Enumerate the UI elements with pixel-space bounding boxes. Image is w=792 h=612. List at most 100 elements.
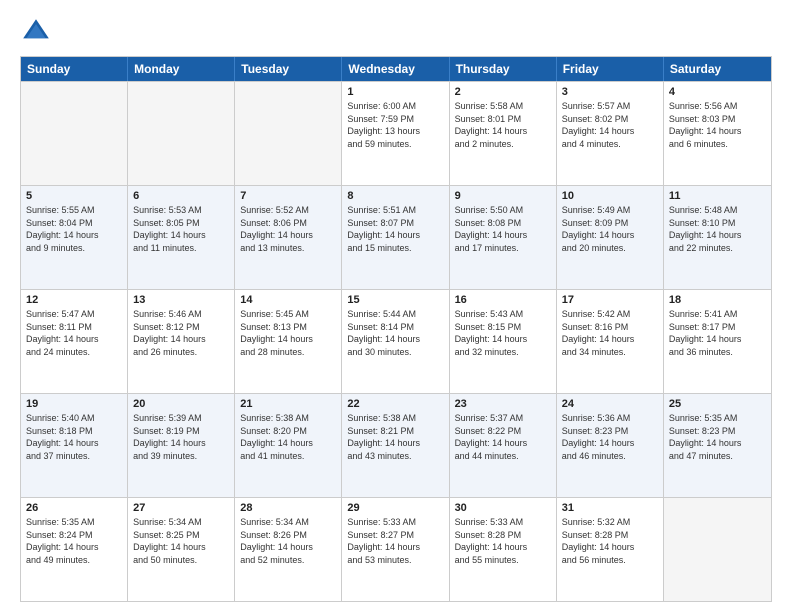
day-number: 15 [347, 294, 443, 306]
calendar-header-cell: Tuesday [235, 57, 342, 81]
calendar-cell: 4 Sunrise: 5:56 AM Sunset: 8:03 PM Daylig… [664, 82, 771, 185]
calendar-header-cell: Wednesday [342, 57, 449, 81]
day-number: 24 [562, 398, 658, 410]
calendar-cell: 22Sunrise: 5:38 AM Sunset: 8:21 PM Dayli… [342, 394, 449, 497]
calendar-cell: 6 Sunrise: 5:53 AM Sunset: 8:05 PM Daylig… [128, 186, 235, 289]
cell-text: Sunrise: 5:34 AM Sunset: 8:26 PM Dayligh… [240, 516, 336, 566]
cell-text: Sunrise: 5:56 AM Sunset: 8:03 PM Dayligh… [669, 100, 766, 150]
day-number: 13 [133, 294, 229, 306]
calendar-cell: 26 Sunrise: 5:35 AM Sunset: 8:24 PM Dayli… [21, 498, 128, 601]
day-number: 23 [455, 398, 551, 410]
cell-text: Sunrise: 5:43 AM Sunset: 8:15 PM Dayligh… [455, 308, 551, 358]
day-number: 9 [455, 190, 551, 202]
calendar-cell: 2 Sunrise: 5:58 AM Sunset: 8:01 PM Daylig… [450, 82, 557, 185]
cell-text: Sunrise: 5:33 AM Sunset: 8:28 PM Dayligh… [455, 516, 551, 566]
calendar-cell: 20 Sunrise: 5:39 AM Sunset: 8:19 PM Dayli… [128, 394, 235, 497]
cell-text: Sunrise: 5:42 AM Sunset: 8:16 PM Dayligh… [562, 308, 658, 358]
calendar-cell: 10Sunrise: 5:49 AM Sunset: 8:09 PM Dayli… [557, 186, 664, 289]
cell-text: Sunrise: 5:37 AM Sunset: 8:22 PM Dayligh… [455, 412, 551, 462]
calendar-cell: 14 Sunrise: 5:45 AM Sunset: 8:13 PM Dayli… [235, 290, 342, 393]
calendar-row: 19 Sunrise: 5:40 AM Sunset: 8:18 PM Dayli… [21, 393, 771, 497]
calendar-cell: 12 Sunrise: 5:47 AM Sunset: 8:11 PM Dayli… [21, 290, 128, 393]
calendar-cell: 27 Sunrise: 5:34 AM Sunset: 8:25 PM Dayli… [128, 498, 235, 601]
day-number: 22 [347, 398, 443, 410]
day-number: 6 [133, 190, 229, 202]
calendar-cell [664, 498, 771, 601]
cell-text: Sunrise: 5:45 AM Sunset: 8:13 PM Dayligh… [240, 308, 336, 358]
calendar-cell: 23 Sunrise: 5:37 AM Sunset: 8:22 PM Dayli… [450, 394, 557, 497]
calendar-row: 5Sunrise: 5:55 AM Sunset: 8:04 PM Daylig… [21, 185, 771, 289]
calendar-cell [235, 82, 342, 185]
calendar-cell: 1 Sunrise: 6:00 AM Sunset: 7:59 PM Daylig… [342, 82, 449, 185]
calendar-header-cell: Friday [557, 57, 664, 81]
cell-text: Sunrise: 5:33 AM Sunset: 8:27 PM Dayligh… [347, 516, 443, 566]
calendar-cell [21, 82, 128, 185]
day-number: 26 [26, 502, 122, 514]
day-number: 17 [562, 294, 658, 306]
day-number: 11 [669, 190, 766, 202]
calendar-cell: 13 Sunrise: 5:46 AM Sunset: 8:12 PM Dayli… [128, 290, 235, 393]
cell-text: Sunrise: 5:38 AM Sunset: 8:20 PM Dayligh… [240, 412, 336, 462]
calendar-body: 1 Sunrise: 6:00 AM Sunset: 7:59 PM Daylig… [21, 81, 771, 601]
cell-text: Sunrise: 5:44 AM Sunset: 8:14 PM Dayligh… [347, 308, 443, 358]
calendar-row: 1 Sunrise: 6:00 AM Sunset: 7:59 PM Daylig… [21, 81, 771, 185]
day-number: 7 [240, 190, 336, 202]
calendar-row: 26 Sunrise: 5:35 AM Sunset: 8:24 PM Dayli… [21, 497, 771, 601]
calendar-header-cell: Sunday [21, 57, 128, 81]
day-number: 10 [562, 190, 658, 202]
day-number: 12 [26, 294, 122, 306]
day-number: 31 [562, 502, 658, 514]
cell-text: Sunrise: 5:51 AM Sunset: 8:07 PM Dayligh… [347, 204, 443, 254]
cell-text: Sunrise: 5:40 AM Sunset: 8:18 PM Dayligh… [26, 412, 122, 462]
cell-text: Sunrise: 5:47 AM Sunset: 8:11 PM Dayligh… [26, 308, 122, 358]
header [20, 16, 772, 48]
cell-text: Sunrise: 5:35 AM Sunset: 8:24 PM Dayligh… [26, 516, 122, 566]
cell-text: Sunrise: 6:00 AM Sunset: 7:59 PM Dayligh… [347, 100, 443, 150]
day-number: 28 [240, 502, 336, 514]
day-number: 3 [562, 86, 658, 98]
cell-text: Sunrise: 5:46 AM Sunset: 8:12 PM Dayligh… [133, 308, 229, 358]
calendar-cell: 28 Sunrise: 5:34 AM Sunset: 8:26 PM Dayli… [235, 498, 342, 601]
day-number: 14 [240, 294, 336, 306]
day-number: 1 [347, 86, 443, 98]
calendar-header-cell: Saturday [664, 57, 771, 81]
day-number: 20 [133, 398, 229, 410]
day-number: 4 [669, 86, 766, 98]
day-number: 8 [347, 190, 443, 202]
calendar-cell: 18Sunrise: 5:41 AM Sunset: 8:17 PM Dayli… [664, 290, 771, 393]
cell-text: Sunrise: 5:39 AM Sunset: 8:19 PM Dayligh… [133, 412, 229, 462]
day-number: 16 [455, 294, 551, 306]
calendar-cell: 15 Sunrise: 5:44 AM Sunset: 8:14 PM Dayli… [342, 290, 449, 393]
cell-text: Sunrise: 5:52 AM Sunset: 8:06 PM Dayligh… [240, 204, 336, 254]
cell-text: Sunrise: 5:48 AM Sunset: 8:10 PM Dayligh… [669, 204, 766, 254]
day-number: 29 [347, 502, 443, 514]
calendar-header-cell: Monday [128, 57, 235, 81]
cell-text: Sunrise: 5:32 AM Sunset: 8:28 PM Dayligh… [562, 516, 658, 566]
calendar-cell: 7 Sunrise: 5:52 AM Sunset: 8:06 PM Daylig… [235, 186, 342, 289]
cell-text: Sunrise: 5:55 AM Sunset: 8:04 PM Dayligh… [26, 204, 122, 254]
cell-text: Sunrise: 5:53 AM Sunset: 8:05 PM Dayligh… [133, 204, 229, 254]
calendar-cell: 8 Sunrise: 5:51 AM Sunset: 8:07 PM Daylig… [342, 186, 449, 289]
logo-icon [20, 16, 52, 48]
calendar-cell: 19 Sunrise: 5:40 AM Sunset: 8:18 PM Dayli… [21, 394, 128, 497]
cell-text: Sunrise: 5:35 AM Sunset: 8:23 PM Dayligh… [669, 412, 766, 462]
logo [20, 16, 56, 48]
cell-text: Sunrise: 5:34 AM Sunset: 8:25 PM Dayligh… [133, 516, 229, 566]
calendar-cell: 25Sunrise: 5:35 AM Sunset: 8:23 PM Dayli… [664, 394, 771, 497]
calendar-cell: 11 Sunrise: 5:48 AM Sunset: 8:10 PM Dayli… [664, 186, 771, 289]
day-number: 2 [455, 86, 551, 98]
cell-text: Sunrise: 5:36 AM Sunset: 8:23 PM Dayligh… [562, 412, 658, 462]
cell-text: Sunrise: 5:57 AM Sunset: 8:02 PM Dayligh… [562, 100, 658, 150]
calendar: SundayMondayTuesdayWednesdayThursdayFrid… [20, 56, 772, 602]
day-number: 19 [26, 398, 122, 410]
calendar-cell [128, 82, 235, 185]
cell-text: Sunrise: 5:58 AM Sunset: 8:01 PM Dayligh… [455, 100, 551, 150]
calendar-cell: 31 Sunrise: 5:32 AM Sunset: 8:28 PM Dayli… [557, 498, 664, 601]
calendar-cell: 16 Sunrise: 5:43 AM Sunset: 8:15 PM Dayli… [450, 290, 557, 393]
calendar-header-cell: Thursday [450, 57, 557, 81]
day-number: 21 [240, 398, 336, 410]
page: SundayMondayTuesdayWednesdayThursdayFrid… [0, 0, 792, 612]
calendar-cell: 21 Sunrise: 5:38 AM Sunset: 8:20 PM Dayli… [235, 394, 342, 497]
day-number: 18 [669, 294, 766, 306]
day-number: 27 [133, 502, 229, 514]
